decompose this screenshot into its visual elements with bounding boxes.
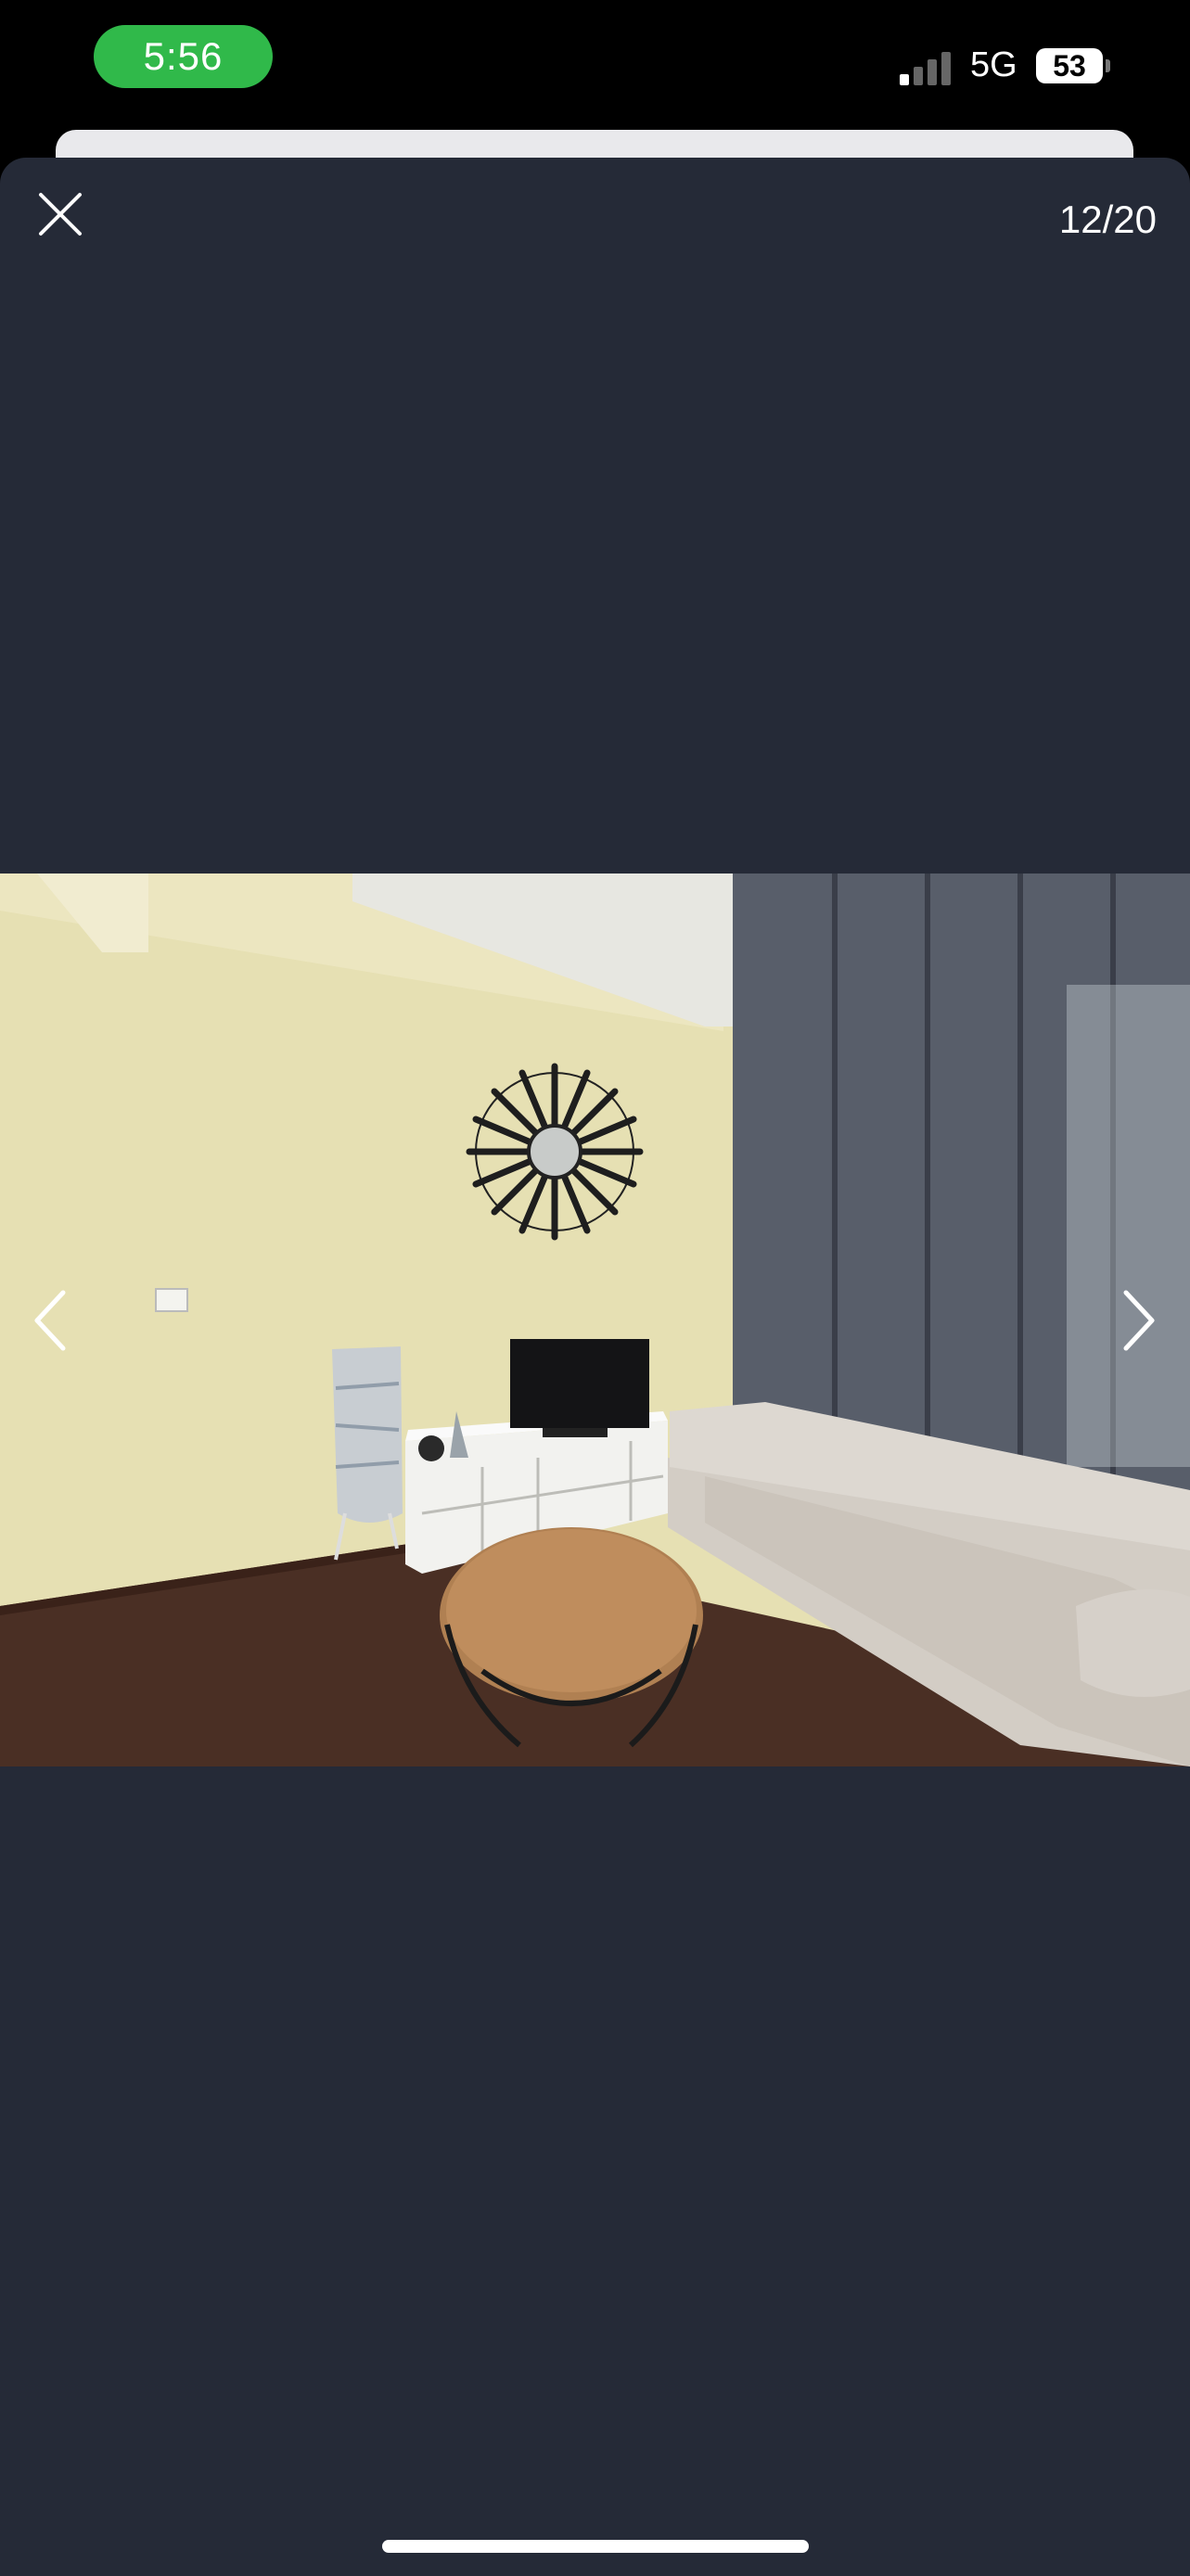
photo-counter: 12/20 bbox=[1058, 198, 1157, 241]
network-label: 5G bbox=[970, 45, 1017, 84]
signal-icon bbox=[900, 48, 955, 85]
close-icon bbox=[39, 193, 82, 236]
battery-icon: 53 bbox=[1036, 48, 1103, 83]
chevron-left-icon bbox=[34, 1290, 66, 1351]
home-indicator[interactable] bbox=[382, 2540, 809, 2553]
next-photo-button[interactable] bbox=[1109, 1283, 1165, 1358]
status-bar: 5:56 5G 53 bbox=[0, 0, 1190, 130]
previous-photo-button[interactable] bbox=[24, 1283, 80, 1358]
close-button[interactable] bbox=[32, 185, 89, 243]
chevron-right-icon bbox=[1123, 1290, 1155, 1351]
living-room-photo[interactable] bbox=[0, 874, 1190, 1766]
battery-nub bbox=[1106, 59, 1110, 72]
status-time[interactable]: 5:56 bbox=[94, 25, 273, 88]
